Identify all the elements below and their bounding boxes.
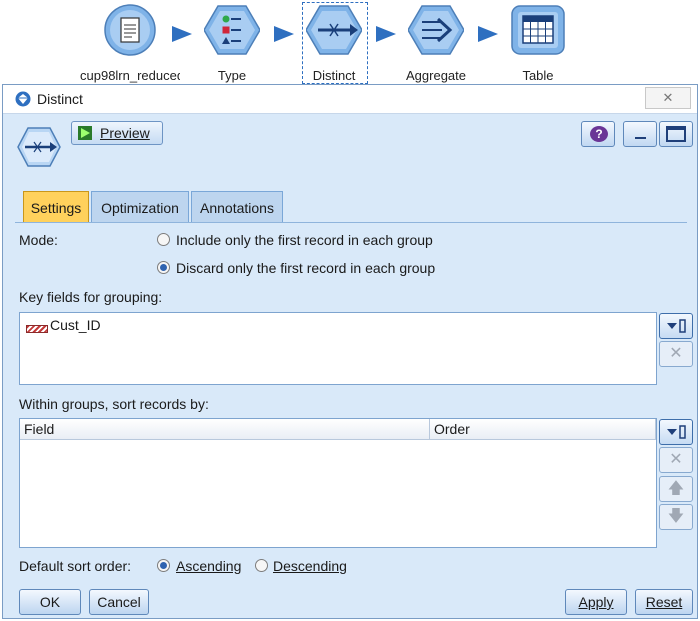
- pick-sort-field-button[interactable]: [659, 419, 693, 445]
- remove-sort-field-button[interactable]: ✕: [659, 447, 693, 473]
- aggregate-node-icon: [407, 4, 465, 56]
- preview-button[interactable]: Preview: [71, 121, 163, 145]
- diamond-app-icon: [15, 91, 31, 107]
- key-field-name: Cust_ID: [50, 317, 101, 333]
- column-header-field[interactable]: Field: [20, 419, 430, 440]
- node-label: Aggregate: [406, 68, 466, 83]
- field-picker-icon: [667, 319, 686, 333]
- stream-node-type[interactable]: Type: [182, 4, 282, 83]
- minimize-button[interactable]: [623, 121, 657, 147]
- sort-table[interactable]: Field Order: [19, 418, 657, 548]
- stream-node-source[interactable]: cup98lrn_reduced_var..: [80, 4, 180, 83]
- table-node-icon: [510, 4, 566, 56]
- field-picker-icon: [667, 425, 686, 439]
- tab-divider: [15, 222, 687, 223]
- stream-node-aggregate[interactable]: Aggregate: [386, 4, 486, 83]
- mode-discard-radio[interactable]: [157, 261, 170, 274]
- type-node-icon: [203, 4, 261, 56]
- dialog-titlebar: Distinct ✕: [3, 85, 697, 114]
- mode-include-radio[interactable]: [157, 233, 170, 246]
- stream-node-table[interactable]: Table: [488, 4, 588, 83]
- node-label: cup98lrn_reduced_var..: [80, 68, 180, 83]
- distinct-dialog: Distinct ✕ Preview ? Settings Optimizati…: [2, 84, 698, 619]
- column-header-order[interactable]: Order: [430, 419, 656, 440]
- ascending-label[interactable]: Ascending: [176, 558, 241, 574]
- help-button[interactable]: ?: [581, 121, 615, 147]
- move-down-button[interactable]: 🡇: [659, 504, 693, 530]
- tab-optimization[interactable]: Optimization: [91, 191, 189, 223]
- move-up-button[interactable]: 🡅: [659, 476, 693, 502]
- field-type-icon: [26, 325, 48, 333]
- descending-radio[interactable]: [255, 559, 268, 572]
- reset-button[interactable]: Reset: [635, 589, 693, 615]
- node-label: Type: [217, 68, 247, 83]
- mode-label: Mode:: [19, 232, 58, 248]
- distinct-node-icon: [17, 127, 61, 167]
- dialog-toolbar: Preview ?: [3, 115, 697, 177]
- stream-canvas: cup98lrn_reduced_var.. Type: [0, 0, 700, 84]
- tab-annotations[interactable]: Annotations: [191, 191, 283, 223]
- arrow-up-icon: 🡅: [667, 480, 685, 497]
- minimize-icon: [635, 137, 646, 139]
- cancel-button[interactable]: Cancel: [89, 589, 149, 615]
- maximize-icon: [666, 126, 686, 142]
- ascending-radio[interactable]: [157, 559, 170, 572]
- default-sort-label: Default sort order:: [19, 558, 132, 574]
- sort-label: Within groups, sort records by:: [19, 396, 209, 412]
- source-file-icon: [102, 4, 158, 56]
- mode-discard-label[interactable]: Discard only the first record in each gr…: [176, 260, 435, 276]
- play-icon: [78, 126, 92, 140]
- key-fields-label: Key fields for grouping:: [19, 289, 163, 305]
- remove-field-button[interactable]: ✕: [659, 341, 693, 367]
- mode-include-label[interactable]: Include only the first record in each gr…: [176, 232, 433, 248]
- arrow-down-icon: 🡇: [667, 508, 685, 525]
- list-item[interactable]: Cust_ID: [20, 313, 320, 337]
- close-button[interactable]: ✕: [645, 87, 691, 109]
- delete-x-icon: ✕: [669, 345, 683, 362]
- node-label: Table: [522, 68, 554, 83]
- node-label: Distinct: [312, 68, 356, 83]
- descending-label[interactable]: Descending: [273, 558, 347, 574]
- pick-field-button[interactable]: [659, 313, 693, 339]
- stream-node-distinct[interactable]: Distinct: [284, 4, 384, 83]
- preview-label: Preview: [100, 125, 150, 141]
- maximize-button[interactable]: [659, 121, 693, 147]
- ok-button[interactable]: OK: [19, 589, 81, 615]
- help-icon: ?: [590, 126, 608, 142]
- distinct-node-icon: [305, 4, 363, 56]
- key-fields-list[interactable]: Cust_ID: [19, 312, 657, 385]
- apply-button[interactable]: Apply: [565, 589, 627, 615]
- tab-settings[interactable]: Settings: [23, 191, 89, 223]
- delete-x-icon: ✕: [669, 451, 683, 468]
- dialog-title: Distinct: [37, 91, 83, 107]
